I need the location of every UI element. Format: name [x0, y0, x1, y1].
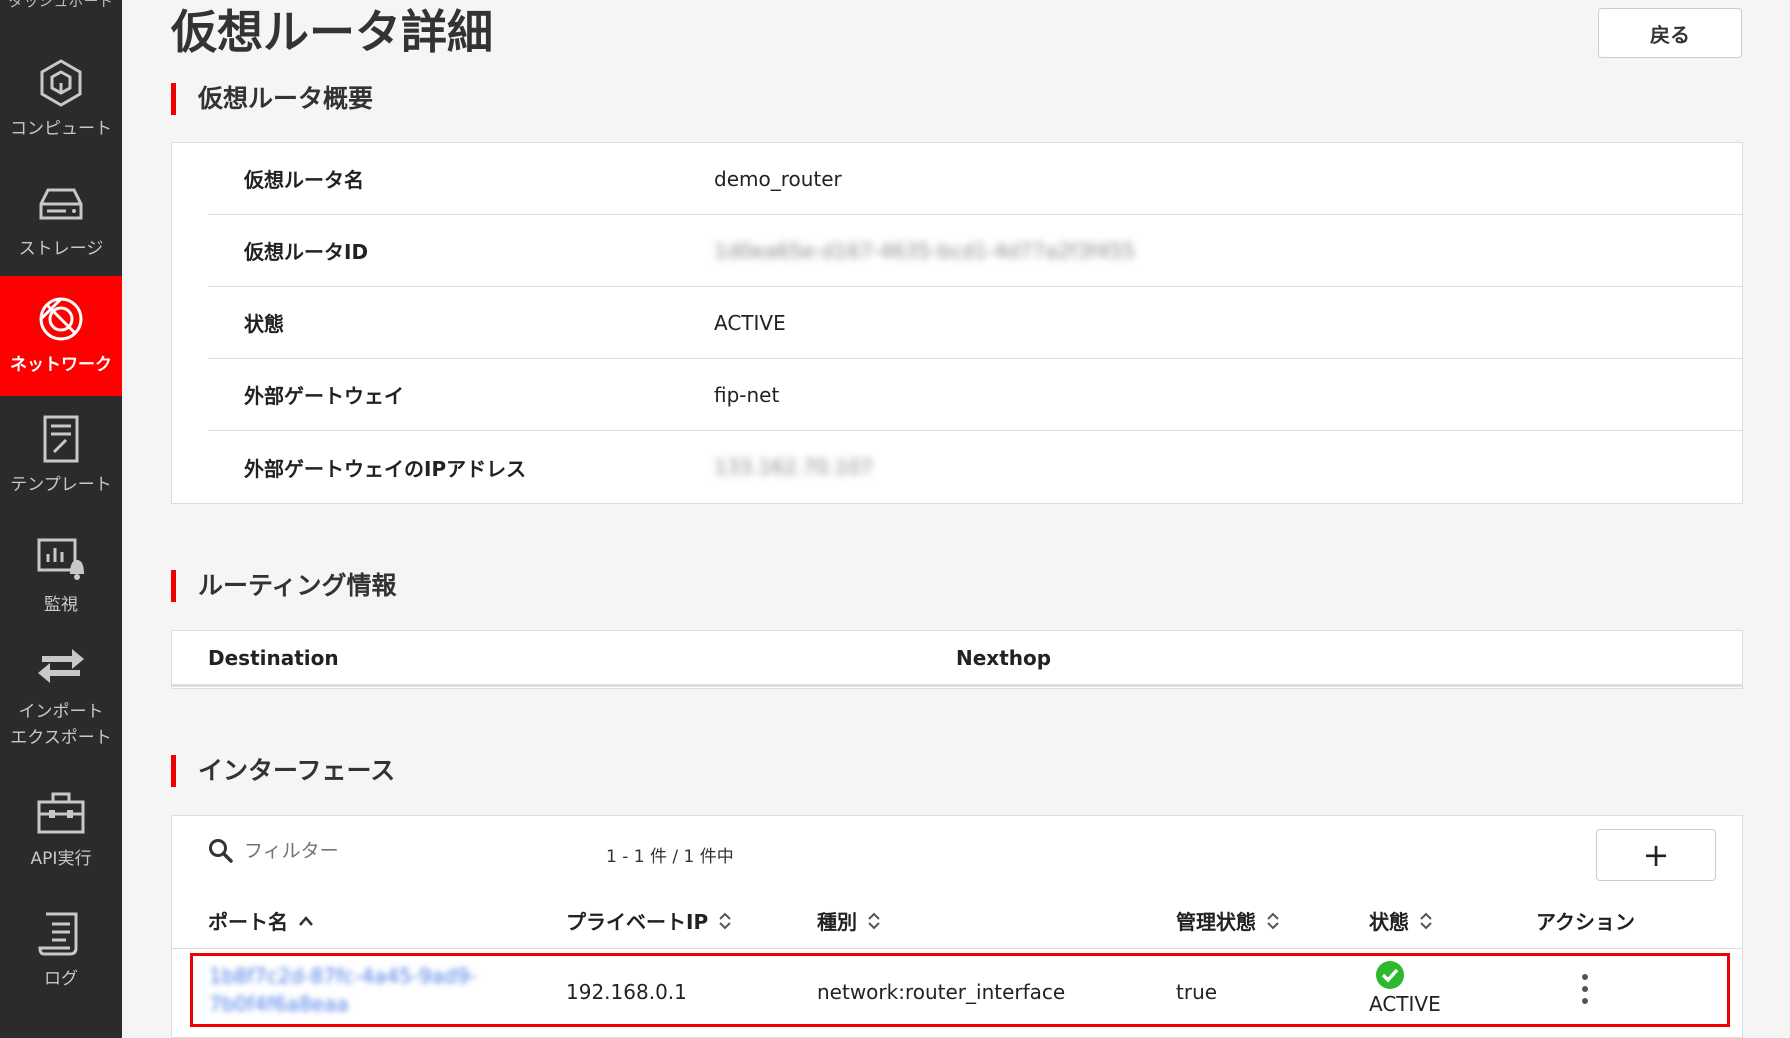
- sort-icon: [1420, 912, 1432, 929]
- column-header-port-name[interactable]: ポート名: [208, 906, 314, 935]
- sidebar-item-label: インポート エクスポート: [10, 702, 112, 748]
- filter-input[interactable]: [244, 840, 494, 862]
- column-label: プライベートIP: [566, 910, 709, 934]
- sidebar-item-log[interactable]: ログ: [0, 890, 122, 1010]
- sidebar-item-label: API実行: [30, 849, 92, 869]
- kv-value: demo_router: [714, 166, 842, 191]
- kv-row-status: 状態 ACTIVE: [208, 287, 1743, 359]
- status-text: ACTIVE: [1369, 992, 1441, 1016]
- private-ip-cell: 192.168.0.1: [566, 980, 687, 1004]
- column-header-admin-state[interactable]: 管理状態: [1176, 906, 1280, 935]
- filter-box: [208, 838, 494, 864]
- sort-icon: [1267, 912, 1279, 929]
- add-interface-button[interactable]: +: [1596, 829, 1716, 881]
- page-title: 仮想ルータ詳細: [171, 5, 493, 59]
- storage-icon: [39, 188, 83, 220]
- sidebar-item-label: 監視: [44, 595, 78, 615]
- back-button[interactable]: 戻る: [1598, 8, 1742, 58]
- sidebar: ダッシュボード コンピュート ストレージ ネットワーク テンプレート 監視 イン…: [0, 0, 122, 1038]
- sidebar-item-network[interactable]: ネットワーク: [0, 276, 122, 396]
- kv-value: fip-net: [714, 382, 780, 407]
- column-header-action: アクション: [1536, 906, 1635, 935]
- port-name-line: 1b8f7c2d-87fc-4a45-9ad9-: [209, 964, 477, 988]
- table-row: 1b8f7c2d-87fc-4a45-9ad9- 7b0f4f6a8eaa 19…: [190, 953, 1730, 1027]
- sidebar-item-import-export[interactable]: インポート エクスポート: [0, 636, 122, 756]
- sidebar-item-label: テンプレート: [10, 475, 112, 495]
- cube-icon: [40, 59, 82, 107]
- column-header-type[interactable]: 種別: [817, 906, 881, 935]
- interfaces-table: 1 - 1 件 / 1 件中 + ポート名 プライベートIP 種別 管理状態 状…: [171, 815, 1743, 1038]
- sort-ascending-icon: [299, 915, 313, 926]
- kv-key: 仮想ルータID: [244, 240, 369, 264]
- routing-section-title: ルーティング情報: [171, 570, 397, 602]
- sidebar-item-label: ログ: [44, 969, 78, 989]
- column-header-nexthop: Nexthop: [956, 645, 1052, 670]
- sidebar-item-dashboard-cut[interactable]: ダッシュボード: [0, 0, 122, 11]
- log-scroll-icon: [38, 912, 78, 956]
- sidebar-item-monitoring[interactable]: 監視: [0, 516, 122, 636]
- routing-table-header: Destination Nexthop: [172, 631, 1742, 687]
- header-divider: [172, 948, 1742, 949]
- kv-value-redacted: 1d0ea65e-d167-4635-bcd1-4d77a2f3f455: [714, 238, 1136, 263]
- type-cell: network:router_interface: [817, 980, 1066, 1004]
- admin-state-cell: true: [1176, 980, 1218, 1004]
- toolbox-icon: [37, 792, 85, 834]
- overview-section-title: 仮想ルータ概要: [171, 83, 373, 115]
- network-globe-icon: [39, 297, 83, 341]
- column-label: 管理状態: [1176, 910, 1256, 934]
- template-icon: [43, 415, 79, 463]
- column-label: 種別: [817, 910, 857, 934]
- port-name-link[interactable]: 1b8f7c2d-87fc-4a45-9ad9- 7b0f4f6a8eaa: [209, 962, 477, 1018]
- kv-key: 状態: [244, 312, 284, 336]
- sidebar-item-api[interactable]: API実行: [0, 770, 122, 890]
- sidebar-item-label: コンピュート: [10, 119, 112, 139]
- sidebar-item-compute[interactable]: コンピュート: [0, 40, 122, 160]
- monitor-chart-icon: [37, 538, 84, 580]
- port-name-line: 7b0f4f6a8eaa: [209, 992, 349, 1016]
- column-label: アクション: [1536, 910, 1635, 934]
- interfaces-toolbar: 1 - 1 件 / 1 件中 +: [172, 816, 1742, 908]
- kv-value-redacted: 133.162.70.107: [714, 455, 874, 479]
- kv-value: ACTIVE: [714, 310, 786, 335]
- result-count: 1 - 1 件 / 1 件中: [606, 847, 734, 867]
- routing-table: Destination Nexthop: [171, 630, 1743, 689]
- sidebar-item-template[interactable]: テンプレート: [0, 396, 122, 516]
- kv-row-router-name: 仮想ルータ名 demo_router: [208, 143, 1743, 215]
- kv-key: 外部ゲートウェイのIPアドレス: [244, 456, 527, 481]
- row-actions-menu-icon[interactable]: [1573, 974, 1597, 1004]
- sidebar-item-label: ストレージ: [18, 239, 104, 259]
- sidebar-item-storage[interactable]: ストレージ: [0, 160, 122, 280]
- search-icon: [209, 839, 233, 863]
- column-header-status[interactable]: 状態: [1369, 906, 1433, 935]
- column-label: 状態: [1369, 910, 1409, 934]
- main-content: 仮想ルータ詳細 戻る 仮想ルータ概要 仮想ルータ名 demo_router 仮想…: [122, 0, 1790, 1038]
- kv-key: 外部ゲートウェイ: [244, 384, 404, 408]
- kv-row-router-id: 仮想ルータID 1d0ea65e-d167-4635-bcd1-4d77a2f3…: [208, 215, 1743, 287]
- interfaces-section-title: インターフェース: [171, 755, 395, 787]
- import-export-icon: [38, 649, 84, 683]
- status-cell: ACTIVE: [1369, 960, 1441, 1016]
- column-label: ポート名: [208, 910, 288, 934]
- kv-row-external-gateway-ip: 外部ゲートウェイのIPアドレス 133.162.70.107: [208, 431, 1743, 503]
- kv-row-external-gateway: 外部ゲートウェイ fip-net: [208, 359, 1743, 431]
- sidebar-item-label: ネットワーク: [10, 355, 112, 375]
- sort-icon: [719, 912, 731, 929]
- check-circle-icon: [1376, 961, 1404, 989]
- overview-panel: 仮想ルータ名 demo_router 仮想ルータID 1d0ea65e-d167…: [171, 142, 1743, 504]
- kv-key: 仮想ルータ名: [244, 168, 364, 192]
- column-header-private-ip[interactable]: プライベートIP: [566, 906, 732, 935]
- column-header-destination: Destination: [208, 645, 339, 670]
- sort-icon: [868, 912, 880, 929]
